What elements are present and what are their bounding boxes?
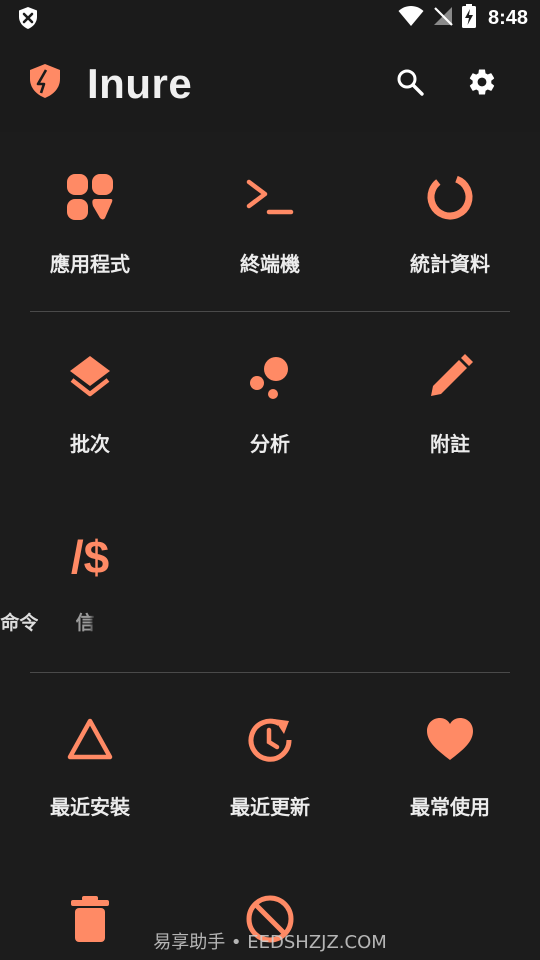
settings-button[interactable] (466, 66, 498, 98)
tile-label: 最常使用 (410, 795, 490, 819)
terminal-icon (246, 179, 294, 215)
gear-icon (469, 69, 495, 95)
tile-label: 最近安裝 (50, 795, 130, 819)
history-icon (248, 718, 292, 762)
shield-notification-icon (16, 6, 40, 30)
tile-statistics[interactable]: 統計資料 (360, 172, 540, 276)
tile-batch[interactable]: 批次 (0, 352, 180, 456)
tile-recently-installed[interactable]: 最近安裝 (0, 715, 180, 819)
clock: 8:48 (487, 6, 528, 29)
apps-icon (67, 174, 113, 220)
statistics-icon (427, 174, 473, 220)
tile-most-used[interactable]: 最常使用 (360, 715, 540, 819)
app-title: Inure (87, 60, 193, 107)
app-bar: Inure (0, 40, 540, 132)
status-bar: 8:48 (0, 0, 540, 36)
heart-icon (427, 718, 473, 760)
section-divider (30, 672, 510, 673)
app-logo-icon (26, 62, 64, 100)
analytics-bubbles-icon (250, 357, 288, 399)
tile-label: 統計資料 (410, 252, 490, 276)
tile-terminal[interactable]: 終端機 (180, 172, 360, 276)
search-icon (397, 69, 424, 96)
tile-notes[interactable]: 附註 (360, 352, 540, 456)
tile-label: 內命令 (0, 612, 39, 634)
dashboard-grid: 應用程式 終端機 統計資料 批次 分析 附註 /$ 命令 信 最近安裝 最近更新… (0, 132, 540, 960)
tile-label: 應用程式 (50, 252, 130, 276)
search-button[interactable] (394, 66, 426, 98)
tile-label: 分析 (250, 432, 290, 456)
wifi-icon (398, 5, 424, 31)
command-icon: /$ (70, 531, 110, 583)
tile-analytics[interactable]: 分析 (180, 352, 360, 456)
tile-label: 終端機 (240, 252, 300, 276)
triangle-icon (67, 718, 113, 760)
tile-apps[interactable]: 應用程式 (0, 172, 180, 276)
batch-layers-icon (70, 356, 110, 397)
tile-recently-updated[interactable]: 最近更新 (180, 715, 360, 819)
no-signal-icon (432, 5, 454, 31)
tile-label-partial: 信 (75, 612, 95, 634)
watermark: 易享助手 • EEDSHZJZ.COM (153, 932, 387, 953)
battery-charging-icon (461, 4, 476, 32)
tile-label: 附註 (430, 432, 470, 456)
tile-commands[interactable]: /$ 內命令 信 (0, 531, 180, 634)
pencil-icon (431, 354, 473, 396)
tile-label: 批次 (70, 432, 110, 456)
tile-label: 最近更新 (230, 795, 310, 819)
section-divider (30, 311, 510, 312)
